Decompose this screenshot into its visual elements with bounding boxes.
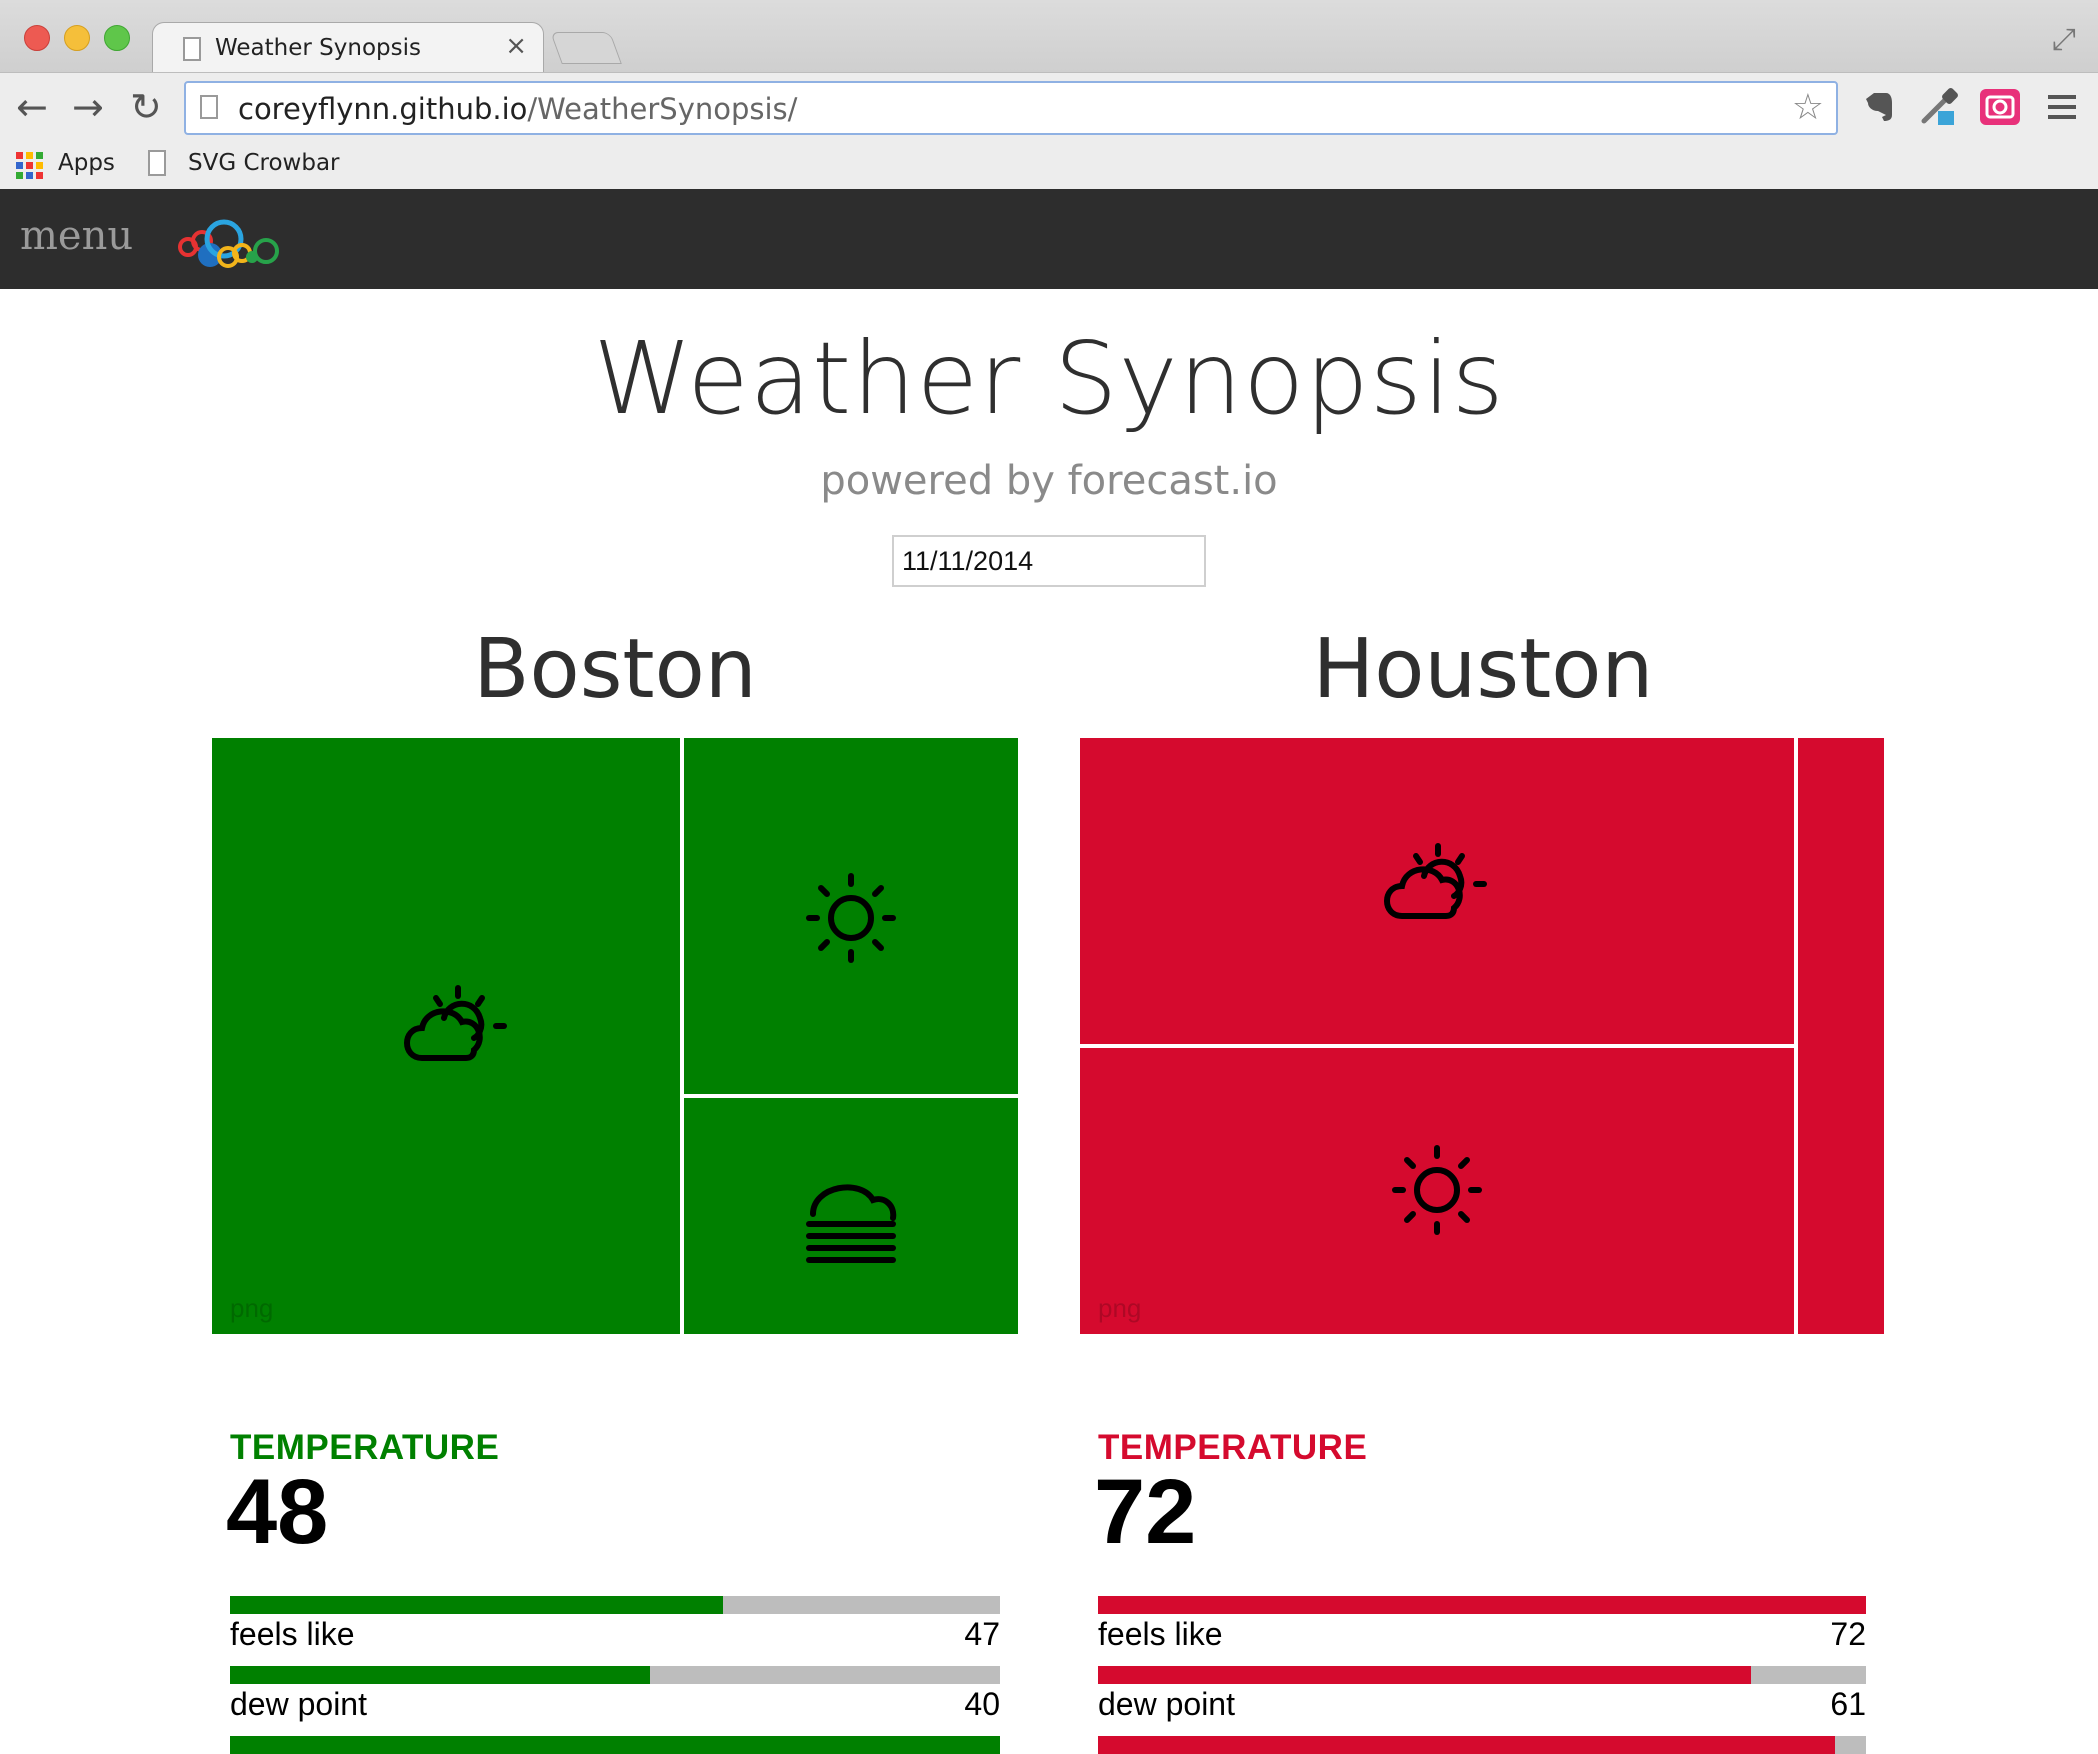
- minimize-window-button[interactable]: [64, 25, 90, 51]
- url-host: coreyflynn.github.io: [238, 92, 528, 126]
- dew-point-value: 40: [964, 1686, 1000, 1722]
- partly-cloudy-day-icon: [404, 985, 507, 1061]
- dew-point-label: dew point: [230, 1686, 367, 1722]
- dew-point-bar-fill: [1098, 1666, 1751, 1684]
- feels-like-label: feels like: [230, 1616, 355, 1652]
- tab-strip: Weather Synopsis × ⤢: [0, 0, 2098, 74]
- weather-tile[interactable]: png: [212, 738, 680, 1334]
- new-tab-button[interactable]: [550, 32, 622, 64]
- stat-bar: [230, 1736, 1000, 1754]
- stat-bar-fill: [1098, 1736, 1836, 1754]
- feels-like-bar: [1098, 1596, 1866, 1614]
- screenshot-camera-icon[interactable]: [1978, 85, 2022, 129]
- fullscreen-icon[interactable]: ⤢: [2052, 22, 2076, 57]
- forward-arrow-icon[interactable]: →: [72, 85, 104, 129]
- apps-grid-icon: [16, 152, 43, 179]
- temperature-value: 48: [226, 1461, 329, 1563]
- weather-tile[interactable]: [1798, 738, 1884, 1334]
- clear-day-icon: [1392, 1145, 1482, 1235]
- reload-icon[interactable]: ↻: [130, 85, 162, 129]
- dew-point-bar: [230, 1666, 1000, 1684]
- weather-tile[interactable]: [684, 738, 1018, 1094]
- page-icon: [200, 95, 218, 119]
- url-text: coreyflynn.github.io/WeatherSynopsis/: [238, 92, 797, 126]
- menu-link[interactable]: menu: [20, 213, 133, 259]
- dew-point-bar-fill: [230, 1666, 650, 1684]
- site-navbar: menu: [0, 189, 2098, 289]
- bubbles-logo[interactable]: [176, 207, 286, 277]
- png-label: png: [1098, 1293, 1142, 1323]
- browser-chrome: Weather Synopsis × ⤢ ← → ↻ coreyflynn.gi…: [0, 0, 2098, 190]
- eyedropper-icon[interactable]: [1916, 85, 1960, 129]
- browser-toolbar: ← → ↻ coreyflynn.github.io/WeatherSynops…: [0, 72, 2098, 145]
- clear-day-icon: [806, 873, 896, 963]
- feels-like-value: 72: [1830, 1616, 1866, 1652]
- png-label: png: [230, 1293, 274, 1323]
- feels-like-bar-fill: [230, 1596, 723, 1614]
- evernote-icon[interactable]: [1856, 85, 1900, 129]
- page-icon: [183, 37, 201, 61]
- tab-close-button[interactable]: ×: [505, 31, 527, 61]
- weather-tile[interactable]: [684, 1098, 1018, 1334]
- bookmark-apps[interactable]: Apps: [58, 150, 115, 176]
- page-title: Weather Synopsis: [593, 320, 1505, 437]
- back-arrow-icon[interactable]: ←: [16, 85, 48, 129]
- hamburger-menu-icon[interactable]: [2040, 85, 2084, 129]
- fog-icon: [806, 1184, 897, 1263]
- browser-tab[interactable]: Weather Synopsis ×: [152, 22, 544, 74]
- feels-like-bar-fill: [1098, 1596, 1866, 1614]
- page-icon: [148, 150, 166, 176]
- bookmark-star-icon[interactable]: ☆: [1792, 87, 1824, 128]
- feels-like-label: feels like: [1098, 1616, 1223, 1652]
- partly-cloudy-day-icon: [1384, 843, 1487, 919]
- weather-tile[interactable]: [1080, 738, 1794, 1044]
- close-window-button[interactable]: [24, 25, 50, 51]
- stat-bar-fill: [230, 1736, 1000, 1754]
- temperature-value: 72: [1094, 1461, 1197, 1563]
- zoom-window-button[interactable]: [104, 25, 130, 51]
- feels-like-value: 47: [964, 1616, 1000, 1652]
- page-subtitle: powered by forecast.io: [820, 458, 1278, 504]
- bookmark-svg-crowbar[interactable]: SVG Crowbar: [188, 150, 340, 176]
- city-name-boston: Boston: [473, 622, 757, 717]
- tab-title: Weather Synopsis: [215, 35, 421, 61]
- dew-point-bar: [1098, 1666, 1866, 1684]
- date-input[interactable]: [892, 535, 1206, 587]
- dew-point-label: dew point: [1098, 1686, 1235, 1722]
- url-path: /WeatherSynopsis/: [527, 92, 798, 126]
- bookmarks-bar: Apps SVG Crowbar: [0, 144, 2098, 190]
- city-name-houston: Houston: [1312, 622, 1654, 717]
- stat-bar: [1098, 1736, 1866, 1754]
- weather-tile[interactable]: png: [1080, 1048, 1794, 1334]
- dew-point-value: 61: [1830, 1686, 1866, 1722]
- feels-like-bar: [230, 1596, 1000, 1614]
- address-bar[interactable]: coreyflynn.github.io/WeatherSynopsis/ ☆: [184, 81, 1838, 135]
